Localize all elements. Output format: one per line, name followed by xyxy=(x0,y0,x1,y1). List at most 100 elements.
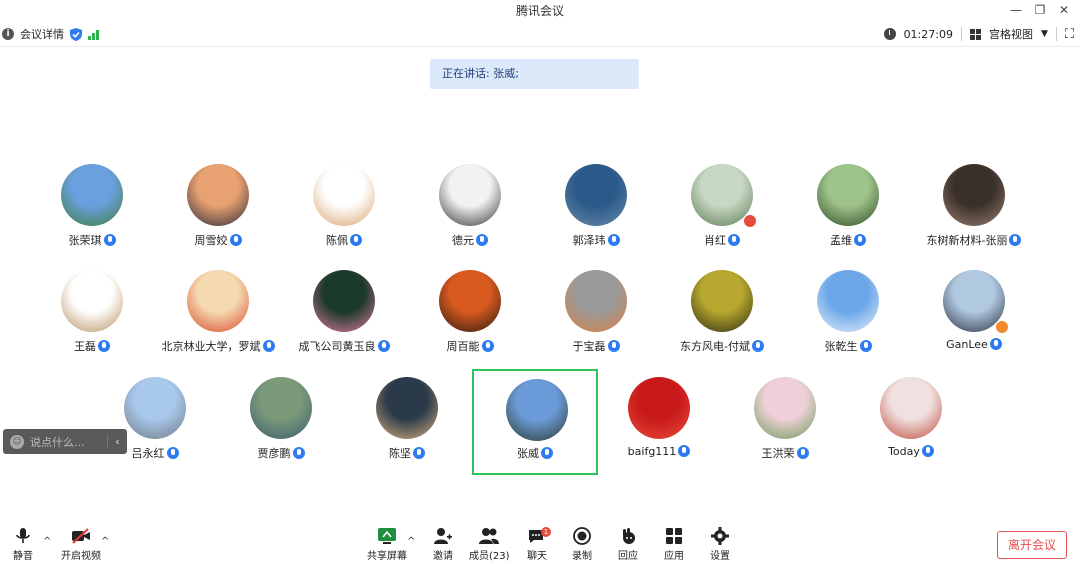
share-label: 共享屏幕 xyxy=(367,551,407,562)
avatar xyxy=(691,270,753,332)
record-button[interactable]: 录制 xyxy=(569,527,595,562)
participant-tile[interactable]: GanLee xyxy=(911,262,1037,368)
participant-tile[interactable]: 张乾生 xyxy=(785,262,911,368)
avatar xyxy=(187,270,249,332)
invite-button[interactable]: 邀请 xyxy=(428,527,458,562)
participant-name-text: 张威 xyxy=(517,447,539,460)
mic-status-icon xyxy=(728,234,740,246)
avatar xyxy=(376,377,438,439)
avatar xyxy=(943,164,1005,226)
meeting-details-link[interactable]: 会议详情 xyxy=(20,26,64,42)
participant-name-text: 周雪姣 xyxy=(194,234,228,247)
avatar xyxy=(439,164,501,226)
minimize-icon[interactable]: — xyxy=(1004,1,1028,19)
reaction-hand-icon xyxy=(623,528,635,544)
participant-tile[interactable]: 陈坚 xyxy=(344,369,470,475)
quick-chat-popup[interactable]: ☺ 说点什么... ‹ xyxy=(3,429,127,454)
share-screen-icon xyxy=(378,528,396,544)
mic-status-icon xyxy=(541,447,553,459)
avatar xyxy=(61,270,123,332)
share-screen-button[interactable]: 共享屏幕 xyxy=(366,527,408,562)
avatar xyxy=(61,164,123,226)
avatar xyxy=(817,270,879,332)
apps-label: 应用 xyxy=(664,551,684,562)
participant-name-text: 王洪荣 xyxy=(761,447,795,460)
leave-meeting-button[interactable]: 离开会议 xyxy=(997,531,1067,559)
settings-button[interactable]: 设置 xyxy=(707,527,733,562)
participant-name-text: 孟维 xyxy=(830,234,852,247)
avatar xyxy=(313,270,375,332)
bottom-toolbar: 静音 ^ 开启视频 ^ 共享屏幕 ^ 邀请 成员(23) 聊天 1 录制 回应 … xyxy=(0,522,1080,564)
members-label: 成员(23) xyxy=(469,551,510,562)
participant-tile[interactable]: Today xyxy=(848,369,974,475)
chat-input[interactable]: 说点什么... xyxy=(30,434,107,450)
avatar xyxy=(124,377,186,439)
mic-status-icon xyxy=(292,447,305,459)
participant-name: 东树新材料-张丽 xyxy=(891,232,1057,248)
invite-icon xyxy=(434,528,452,544)
security-shield-icon[interactable] xyxy=(70,27,82,41)
mic-status-icon xyxy=(751,340,764,352)
mic-status-icon xyxy=(103,234,116,246)
participant-name-text: 东树新材料-张丽 xyxy=(926,234,1008,247)
grid-view-icon[interactable] xyxy=(969,28,981,40)
collapse-chat-button[interactable]: ‹ xyxy=(107,435,127,448)
view-mode-dropdown[interactable]: 宫格视图 xyxy=(989,26,1033,42)
participant-tile[interactable]: 东树新材料-张丽 xyxy=(911,156,1037,262)
avatar-badge-icon xyxy=(995,320,1009,334)
members-icon xyxy=(479,528,499,544)
mic-status-icon xyxy=(607,234,620,246)
settings-label: 设置 xyxy=(710,551,730,562)
members-button[interactable]: 成员(23) xyxy=(469,527,510,562)
mic-status-icon xyxy=(854,234,866,246)
microphone-icon xyxy=(16,528,30,543)
react-button[interactable]: 回应 xyxy=(615,527,641,562)
video-options-caret-icon[interactable]: ^ xyxy=(101,536,109,547)
avatar xyxy=(754,377,816,439)
audio-options-caret-icon[interactable]: ^ xyxy=(43,536,51,547)
meeting-info-bar: i 会议详情 01:27:09 宫格视图 ▼ ⛶ xyxy=(0,21,1080,47)
record-icon xyxy=(573,527,591,545)
network-signal-icon[interactable] xyxy=(88,29,99,40)
participant-name: Today xyxy=(828,445,994,458)
avatar-badge-icon xyxy=(743,214,757,228)
record-label: 录制 xyxy=(572,551,592,562)
meeting-timer: 01:27:09 xyxy=(903,27,953,41)
participant-name-text: 肖红 xyxy=(704,234,726,247)
participant-name-text: 德元 xyxy=(452,234,474,247)
mic-status-icon xyxy=(166,447,179,459)
participant-name-text: Today xyxy=(888,445,920,458)
close-icon[interactable]: ✕ xyxy=(1052,1,1076,19)
participant-name: GanLee xyxy=(891,338,1057,351)
restore-icon[interactable]: ❐ xyxy=(1028,1,1052,19)
avatar xyxy=(439,270,501,332)
video-label: 开启视频 xyxy=(61,551,101,562)
mute-button[interactable]: 静音 xyxy=(8,527,38,562)
divider xyxy=(960,27,962,41)
info-icon[interactable]: i xyxy=(2,28,14,40)
fullscreen-icon[interactable]: ⛶ xyxy=(1065,27,1074,42)
chevron-down-icon[interactable]: ▼ xyxy=(1041,29,1048,39)
mic-status-icon xyxy=(796,447,809,459)
avatar xyxy=(250,377,312,439)
avatar xyxy=(880,377,942,439)
invite-label: 邀请 xyxy=(433,551,453,562)
participant-name-text: 北京林业大学，罗斌 xyxy=(161,340,261,353)
start-video-button[interactable]: 开启视频 xyxy=(60,527,102,562)
divider xyxy=(1055,27,1057,41)
emoji-icon[interactable]: ☺ xyxy=(10,434,24,449)
participant-name-text: 陈坚 xyxy=(389,447,411,460)
mic-status-icon xyxy=(678,445,691,457)
chat-label: 聊天 xyxy=(527,551,547,562)
participant-tile[interactable]: 王洪荣 xyxy=(722,369,848,475)
participant-name-text: 郭泽玮 xyxy=(572,234,606,247)
share-options-caret-icon[interactable]: ^ xyxy=(407,536,415,547)
apps-button[interactable]: 应用 xyxy=(661,527,687,562)
mute-label: 静音 xyxy=(13,551,33,562)
mic-status-icon xyxy=(413,447,425,459)
mic-status-icon xyxy=(229,234,242,246)
mic-status-icon xyxy=(989,338,1002,350)
participant-tile[interactable]: 张威 xyxy=(472,369,598,475)
avatar xyxy=(565,270,627,332)
avatar xyxy=(506,379,568,441)
